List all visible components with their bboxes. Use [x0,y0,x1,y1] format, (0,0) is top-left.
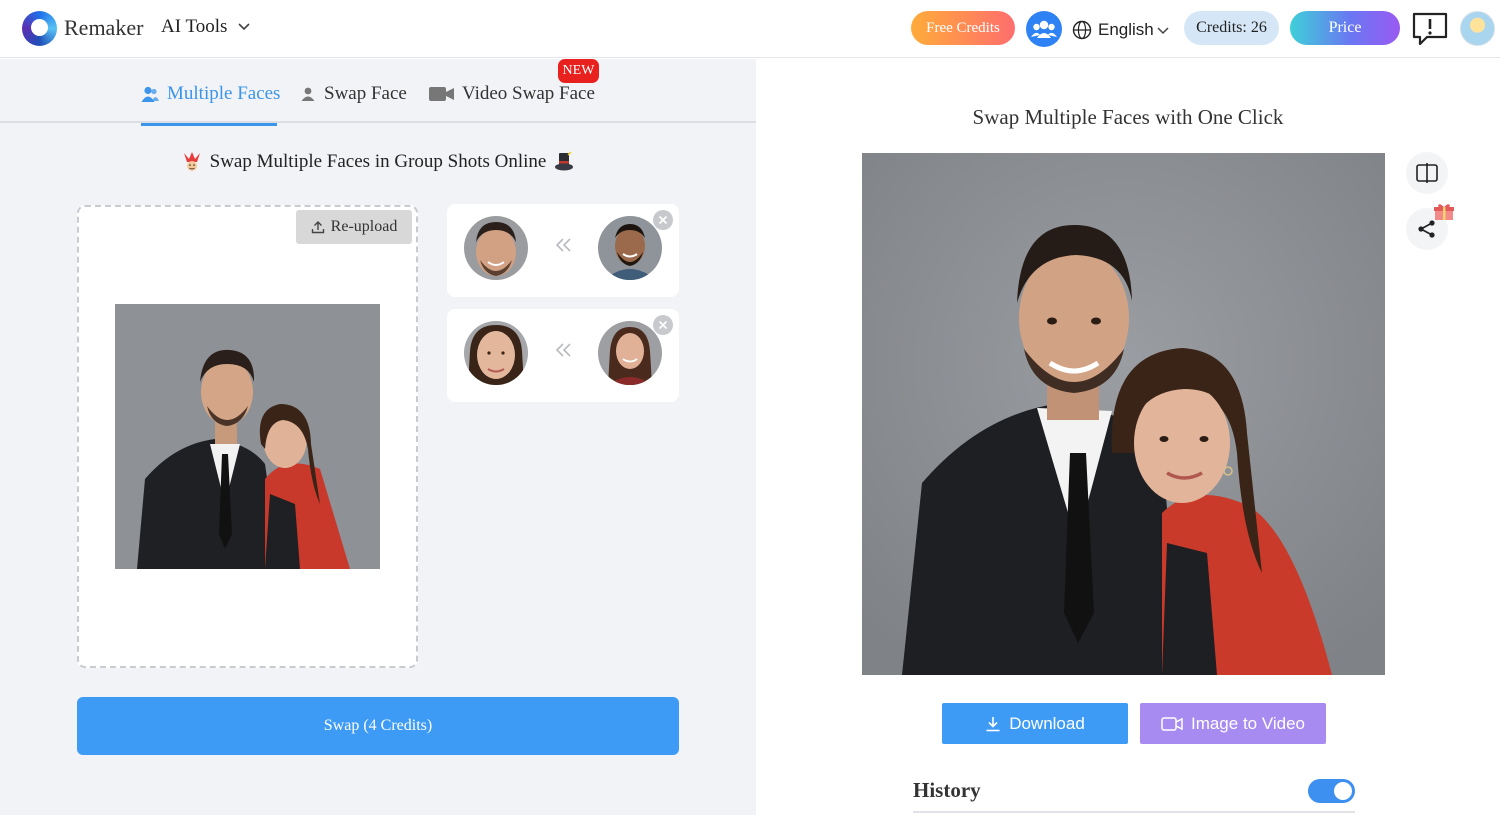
image-to-video-button[interactable]: Image to Video [1140,703,1326,744]
right-panel: Swap Multiple Faces with One Click Downl… [756,59,1500,815]
swap-button[interactable]: Swap (4 Credits) [77,697,679,755]
users-icon [141,86,159,102]
chevron-down-icon[interactable] [235,18,253,36]
target-face-thumbnail[interactable] [598,321,662,385]
history-toggle[interactable] [1308,779,1355,803]
download-icon [986,716,1000,731]
uploaded-group-photo [115,304,380,569]
remove-pair-button[interactable] [653,315,673,335]
community-icon[interactable] [1026,11,1062,47]
free-credits-button[interactable]: Free Credits [911,11,1015,45]
tab-label: Video Swap Face [462,83,595,104]
reupload-label: Re-upload [330,218,398,235]
section-subtitle: Swap Multiple Faces in Group Shots Onlin… [0,151,756,173]
history-heading: History [913,778,981,802]
brand-name[interactable]: Remaker [64,15,143,41]
download-button[interactable]: Download [942,703,1128,744]
tab-multiple-faces[interactable]: Multiple Faces [141,83,280,105]
tab-video-swap-face[interactable]: Video Swap Face [429,83,595,105]
user-avatar-icon[interactable] [1460,11,1495,46]
tab-swap-face[interactable]: Swap Face [300,83,407,105]
globe-icon[interactable] [1072,20,1092,40]
history-divider [913,811,1355,813]
left-panel: Multiple Faces Swap Face Video Swap Face… [0,59,756,815]
remove-pair-button[interactable] [653,210,673,230]
gift-icon[interactable] [1434,203,1454,221]
magic-hat-emoji-icon [555,151,574,171]
compare-icon [1416,163,1438,183]
chevron-down-icon[interactable] [1155,22,1171,38]
compare-button[interactable] [1406,152,1448,194]
remaker-logo-icon[interactable] [22,11,57,46]
double-chevron-left-icon [555,343,571,357]
credits-balance: Credits: 26 [1184,11,1279,45]
video-camera-icon [429,87,454,101]
share-icon [1418,220,1435,238]
source-face-thumbnail[interactable] [464,321,528,385]
close-icon [658,215,668,225]
double-chevron-left-icon [555,238,571,252]
face-pair-card [447,204,679,297]
tab-bar: Multiple Faces Swap Face Video Swap Face… [0,59,756,123]
result-photo [862,153,1385,675]
source-face-thumbnail[interactable] [464,216,528,280]
result-title: Swap Multiple Faces with One Click [972,105,1284,129]
tab-label: Swap Face [324,83,407,104]
language-selector[interactable]: English [1098,20,1154,40]
price-button[interactable]: Price [1290,11,1400,45]
new-badge: NEW [558,59,599,83]
reupload-button[interactable]: Re-upload [296,210,412,244]
target-face-thumbnail[interactable] [598,216,662,280]
feedback-icon[interactable] [1411,11,1449,47]
active-tab-indicator [141,123,277,126]
video-icon [1161,716,1183,731]
close-icon [658,320,668,330]
user-icon [301,87,315,101]
tab-label: Multiple Faces [167,83,281,104]
top-bar: Remaker AI Tools Free Credits English Cr… [0,0,1500,58]
upload-area[interactable]: Re-upload [77,205,418,668]
upload-icon [311,221,324,234]
image-to-video-label: Image to Video [1190,713,1306,733]
face-pair-card [447,309,679,402]
subtitle-text: Swap Multiple Faces in Group Shots Onlin… [209,151,547,172]
ai-tools-menu[interactable]: AI Tools [161,16,227,38]
download-label: Download [1009,713,1085,733]
jester-emoji-icon [183,152,200,171]
